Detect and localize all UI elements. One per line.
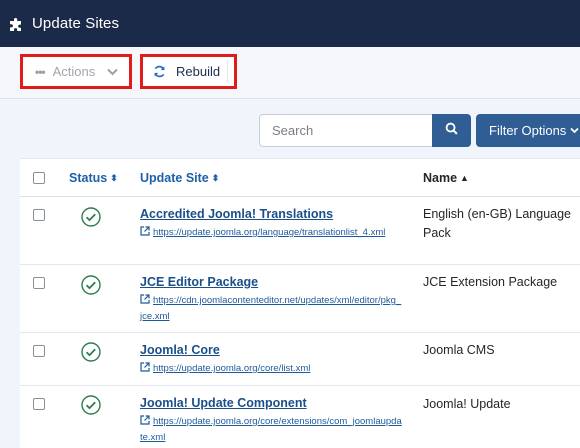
sync-icon [153, 65, 166, 78]
actions-label: Actions [52, 64, 96, 79]
row-checkbox[interactable] [33, 209, 45, 221]
toolbar: ••• Actions Rebuild [0, 47, 580, 99]
extension-name: JCE Extension Package [423, 275, 558, 289]
sort-icon: ⬍ [110, 173, 118, 183]
table-header: Status ⬍ Update Site ⬍ Name ▲ [20, 159, 580, 197]
search-icon [445, 122, 458, 140]
ellipsis-icon: ••• [35, 64, 46, 79]
column-header-name[interactable]: Name ▲ [423, 171, 469, 185]
external-link-icon [140, 226, 150, 236]
row-checkbox[interactable] [33, 277, 45, 289]
check-circle-icon[interactable] [81, 395, 101, 415]
external-link-icon [140, 294, 150, 304]
table-row: Joomla! Update Component https://update.… [20, 386, 580, 448]
extension-name: Joomla! Update [423, 397, 511, 411]
filter-options-button[interactable]: Filter Options [476, 114, 580, 147]
app-header: Update Sites [0, 0, 580, 47]
sort-ascending-icon: ▲ [460, 173, 469, 183]
chevron-down-icon [107, 64, 118, 79]
row-checkbox[interactable] [33, 345, 45, 357]
update-site-link[interactable]: Joomla! Update Component [140, 396, 307, 410]
filter-options-label: Filter Options [489, 123, 567, 138]
external-link-icon [140, 415, 150, 425]
chevron-down-icon [570, 127, 579, 134]
update-site-url[interactable]: https://update.joomla.org/core/extension… [140, 414, 402, 446]
page-title: Update Sites [32, 15, 120, 32]
search-input[interactable] [259, 114, 433, 147]
column-header-status[interactable]: Status ⬍ [69, 171, 118, 185]
update-site-link[interactable]: Accredited Joomla! Translations [140, 207, 333, 221]
search-button[interactable] [432, 114, 471, 147]
update-site-url[interactable]: https://update.joomla.org/core/list.xml [140, 361, 402, 377]
puzzle-icon [9, 16, 25, 32]
update-site-url[interactable]: https://cdn.joomlacontenteditor.net/upda… [140, 293, 402, 325]
rebuild-label: Rebuild [176, 64, 221, 79]
select-all-checkbox[interactable] [33, 172, 45, 184]
rebuild-button[interactable]: Rebuild [140, 54, 237, 89]
table-row: Accredited Joomla! Translations https://… [20, 197, 580, 265]
row-checkbox[interactable] [33, 398, 45, 410]
update-sites-table: Status ⬍ Update Site ⬍ Name ▲ Accredited Jo… [20, 158, 580, 448]
table-row: Joomla! Core https://update.joomla.org/c… [20, 333, 580, 386]
extension-name: English (en-GB) Language Pack [423, 207, 572, 240]
extension-name: Joomla CMS [423, 343, 495, 357]
sort-icon: ⬍ [211, 173, 220, 183]
check-circle-icon[interactable] [81, 207, 101, 227]
search-group [259, 114, 472, 147]
external-link-icon [140, 362, 150, 372]
check-circle-icon[interactable] [81, 342, 101, 362]
update-site-link[interactable]: Joomla! Core [140, 343, 220, 357]
update-site-url[interactable]: https://update.joomla.org/language/trans… [140, 225, 402, 241]
check-circle-icon[interactable] [81, 275, 101, 295]
update-site-link[interactable]: JCE Editor Package [140, 275, 258, 289]
actions-dropdown-button[interactable]: ••• Actions [20, 54, 132, 89]
column-header-update-site[interactable]: Update Site ⬍ [140, 171, 219, 185]
table-row: JCE Editor Package https://cdn.joomlacon… [20, 265, 580, 333]
